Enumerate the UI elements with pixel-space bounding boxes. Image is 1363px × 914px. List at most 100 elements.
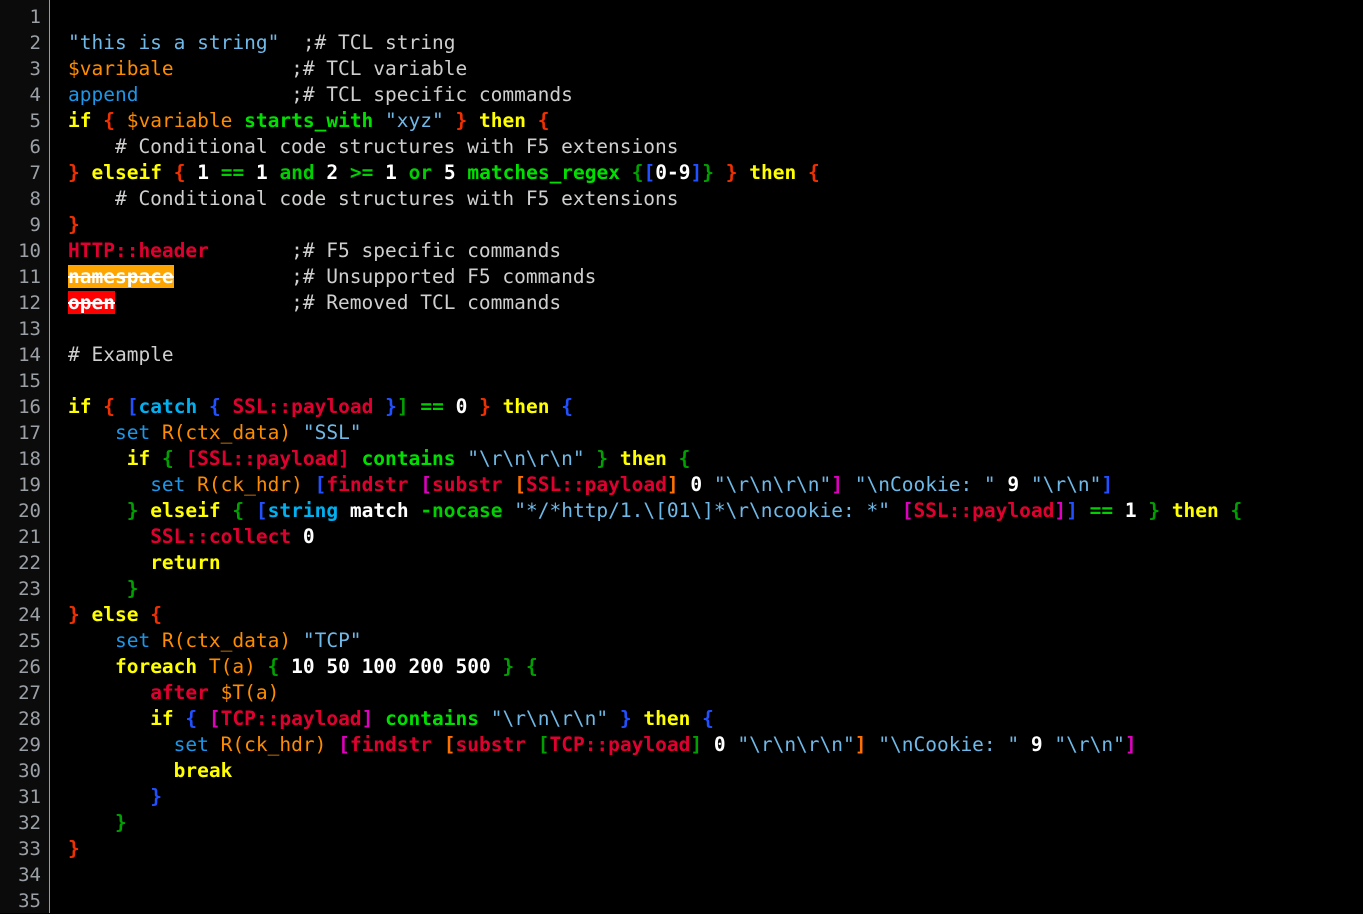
code-token: } <box>114 811 127 834</box>
code-token: elseif <box>150 499 221 522</box>
code-editor[interactable]: 1 2 3 4 5 6 7 8 9 10 11 12 13 14 15 16 17 18 19 20 21 22 23 24 2… <box>0 0 1363 913</box>
code-line[interactable]: $varibale ;# TCL variable <box>68 56 1363 82</box>
code-line[interactable]: if { [SSL::payload] contains "\r\n\r\n" … <box>68 446 1363 472</box>
code-content-area[interactable]: "this is a string" ;# TCL string $varibal… <box>50 0 1363 913</box>
line-number: 31 <box>18 786 41 808</box>
code-line[interactable] <box>68 888 1363 913</box>
code-line[interactable]: } elseif { [string match -nocase "*/*htt… <box>68 498 1363 524</box>
code-line[interactable]: set R(ctx_data) "TCP" <box>68 628 1363 654</box>
code-line[interactable]: break <box>68 758 1363 784</box>
code-token: { <box>537 109 550 132</box>
code-token: { <box>631 161 644 184</box>
code-line[interactable] <box>68 316 1363 342</box>
code-line[interactable]: append ;# TCL specific commands <box>68 82 1363 108</box>
code-token: } <box>725 161 738 184</box>
code-line[interactable]: } <box>68 810 1363 836</box>
code-token: ] <box>690 161 703 184</box>
code-line[interactable]: if { [catch { SSL::payload }] == 0 } the… <box>68 394 1363 420</box>
code-token: "\r\n\r\n" <box>713 473 832 496</box>
line-number: 10 <box>18 240 41 262</box>
code-line[interactable]: } <box>68 836 1363 862</box>
code-token: starts_with <box>244 109 374 132</box>
code-line[interactable]: } elseif { 1 == 1 and 2 >= 1 or 5 matche… <box>68 160 1363 186</box>
code-token: catch <box>138 395 198 418</box>
code-token: [ <box>443 733 456 756</box>
code-line[interactable]: } <box>68 212 1363 238</box>
code-line[interactable]: HTTP::header ;# F5 specific commands <box>68 238 1363 264</box>
line-number: 34 <box>18 864 41 886</box>
code-line[interactable] <box>68 862 1363 888</box>
code-token: "SSL" <box>302 421 362 444</box>
line-number: 17 <box>18 422 41 444</box>
code-token: # Conditional code structures with F5 ex… <box>68 187 679 210</box>
code-line[interactable]: set R(ck_hdr) [findstr [substr [SSL::pay… <box>68 472 1363 498</box>
code-line[interactable]: return <box>68 550 1363 576</box>
code-token: "\r\n\r\n" <box>737 733 855 756</box>
code-line[interactable]: if { $variable starts_with "xyz" } then … <box>68 108 1363 134</box>
code-line[interactable]: if { [TCP::payload] contains "\r\n\r\n" … <box>68 706 1363 732</box>
line-number: 14 <box>18 344 41 366</box>
code-line[interactable]: open ;# Removed TCL commands <box>68 290 1363 316</box>
code-token: [ <box>338 733 350 756</box>
code-token: $T(a) <box>220 681 280 704</box>
code-line[interactable]: # Conditional code structures with F5 ex… <box>68 186 1363 212</box>
code-line[interactable]: # Conditional code structures with F5 ex… <box>68 134 1363 160</box>
line-number: 18 <box>18 448 41 470</box>
code-line[interactable]: "this is a string" ;# TCL string <box>68 30 1363 56</box>
code-line[interactable]: # Example <box>68 342 1363 368</box>
code-line[interactable]: } <box>68 784 1363 810</box>
code-line[interactable] <box>68 4 1363 30</box>
code-line[interactable]: foreach T(a) { 10 50 100 200 500 } { <box>68 654 1363 680</box>
line-number: 19 <box>18 474 41 496</box>
code-token: { <box>103 395 115 418</box>
code-line[interactable]: set R(ctx_data) "SSL" <box>68 420 1363 446</box>
code-line[interactable]: SSL::collect 0 <box>68 524 1363 550</box>
code-line[interactable] <box>68 368 1363 394</box>
code-line[interactable]: after $T(a) <box>68 680 1363 706</box>
code-token: return <box>150 551 221 574</box>
code-token: contains <box>361 447 456 470</box>
code-line[interactable]: set R(ck_hdr) [findstr [substr [TCP::pay… <box>68 732 1363 758</box>
code-token: } <box>619 707 632 730</box>
line-number: 32 <box>18 812 41 834</box>
code-token: ] <box>396 395 409 418</box>
code-token: ] <box>831 473 844 496</box>
code-token: { <box>232 499 245 522</box>
code-token: { <box>807 161 820 184</box>
code-token: } <box>1148 499 1161 522</box>
code-line[interactable]: } else { <box>68 602 1363 628</box>
code-token: } <box>502 655 515 678</box>
code-line[interactable]: } <box>68 576 1363 602</box>
code-line[interactable]: namespace ;# Unsupported F5 commands <box>68 264 1363 290</box>
code-token: TCP::payload <box>549 733 691 756</box>
code-token: } <box>385 395 397 418</box>
